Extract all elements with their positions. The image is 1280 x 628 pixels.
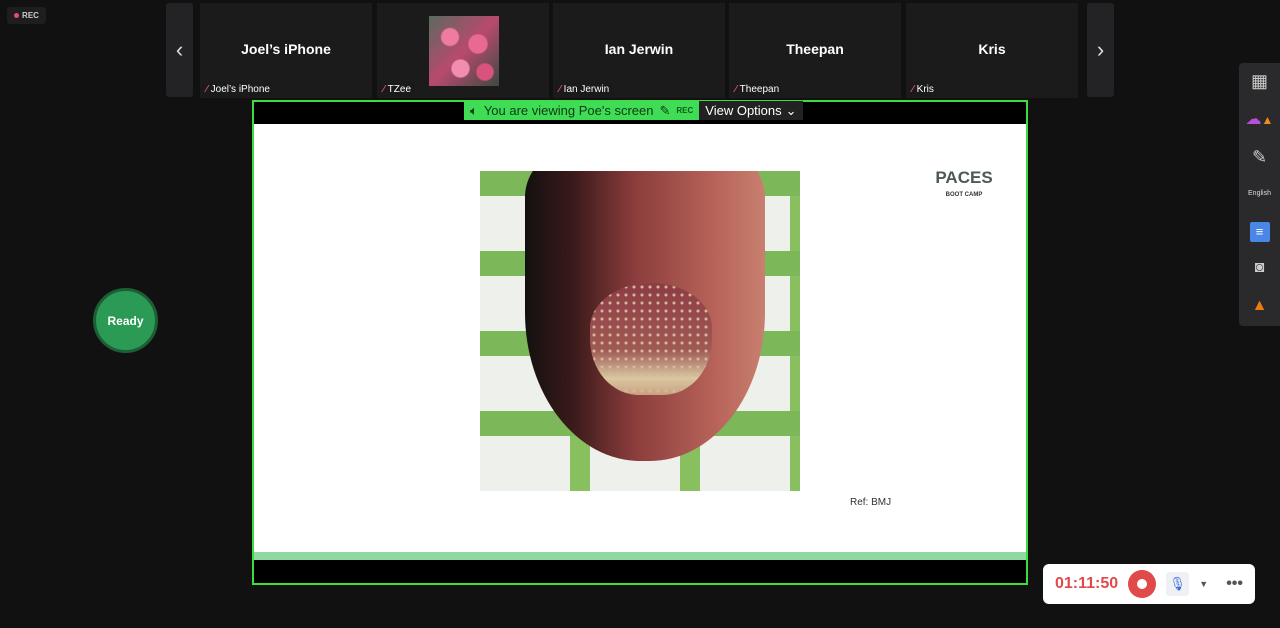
- share-rec-label: REC: [676, 106, 694, 115]
- participant-name: Ian Jerwin: [604, 41, 674, 57]
- language-button[interactable]: English: [1239, 190, 1280, 197]
- muted-mic-icon: ⁄: [912, 84, 914, 95]
- paces-logo: PACES BOOT CAMP: [935, 168, 993, 198]
- prev-participants-button[interactable]: ‹: [166, 3, 193, 97]
- mic-dropdown-icon[interactable]: ▼: [1199, 579, 1208, 589]
- weather-warning-icon[interactable]: ☁▲: [1239, 109, 1280, 129]
- participant-tile[interactable]: Kris ⁄ Kris: [906, 3, 1078, 98]
- chevron-down-icon: ⌄: [785, 102, 797, 118]
- participant-name: Joel’s iPhone: [241, 41, 331, 57]
- muted-mic-icon: ⁄: [735, 84, 737, 95]
- slide-image-nail: [480, 171, 800, 491]
- muted-mic-icon: ⁄: [206, 84, 208, 95]
- stop-recording-button[interactable]: [1128, 570, 1156, 598]
- participant-label: Theepan: [739, 84, 780, 95]
- participant-label: Ian Jerwin: [563, 84, 610, 95]
- document-icon[interactable]: ≡: [1239, 222, 1280, 242]
- warning-icon[interactable]: ▲: [1239, 297, 1280, 315]
- participant-avatar: [429, 16, 499, 86]
- recording-badge: REC: [7, 7, 46, 24]
- participant-tile[interactable]: Ian Jerwin ⁄ Ian Jerwin: [553, 3, 725, 98]
- recording-timer: 01:11:50: [1055, 575, 1119, 592]
- participant-tile[interactable]: ⁄ TZee: [377, 3, 549, 98]
- participant-tile[interactable]: Theepan ⁄ Theepan: [729, 3, 901, 98]
- highlighter-icon[interactable]: ✎: [1239, 147, 1280, 168]
- mute-mic-button[interactable]: 🎙︎: [1165, 572, 1190, 596]
- side-toolbar: ▦ ☁▲ ✎ English ≡ ◙ ▲: [1239, 63, 1280, 326]
- camera-icon[interactable]: ◙: [1239, 259, 1280, 277]
- participant-label: Joel’s iPhone: [210, 84, 270, 95]
- record-dot-icon: [14, 13, 20, 18]
- participant-name: Theepan: [786, 41, 844, 57]
- apps-grid-icon[interactable]: ▦: [1239, 71, 1280, 92]
- muted-mic-icon: ⁄: [559, 84, 561, 95]
- record-icon: [1136, 579, 1147, 589]
- muted-mic-icon: ⁄: [383, 84, 385, 95]
- speaker-icon: 🔈︎: [470, 102, 478, 118]
- ready-button[interactable]: Ready: [93, 288, 158, 353]
- participant-tile[interactable]: Joel’s iPhone ⁄ Joel’s iPhone: [200, 3, 372, 98]
- more-options-icon[interactable]: •••: [1226, 575, 1243, 593]
- view-options-button[interactable]: View Options ⌄: [699, 101, 803, 120]
- slide-footer-stripe: [254, 552, 1026, 560]
- slide-reference: Ref: BMJ: [850, 497, 892, 508]
- share-banner-text: You are viewing Poe's screen: [483, 103, 654, 118]
- mic-off-icon: 🎙︎: [1169, 576, 1186, 591]
- participant-label: Kris: [916, 84, 934, 95]
- share-banner: 🔈︎ You are viewing Poe's screen ✎ REC View …: [464, 101, 803, 120]
- next-participants-button[interactable]: ›: [1087, 3, 1114, 97]
- participant-name: Kris: [978, 41, 1006, 57]
- participant-label: TZee: [387, 84, 412, 95]
- recording-controls: 01:11:50 🎙︎ ▼ •••: [1043, 564, 1255, 604]
- mic-icon: ✎: [659, 102, 671, 118]
